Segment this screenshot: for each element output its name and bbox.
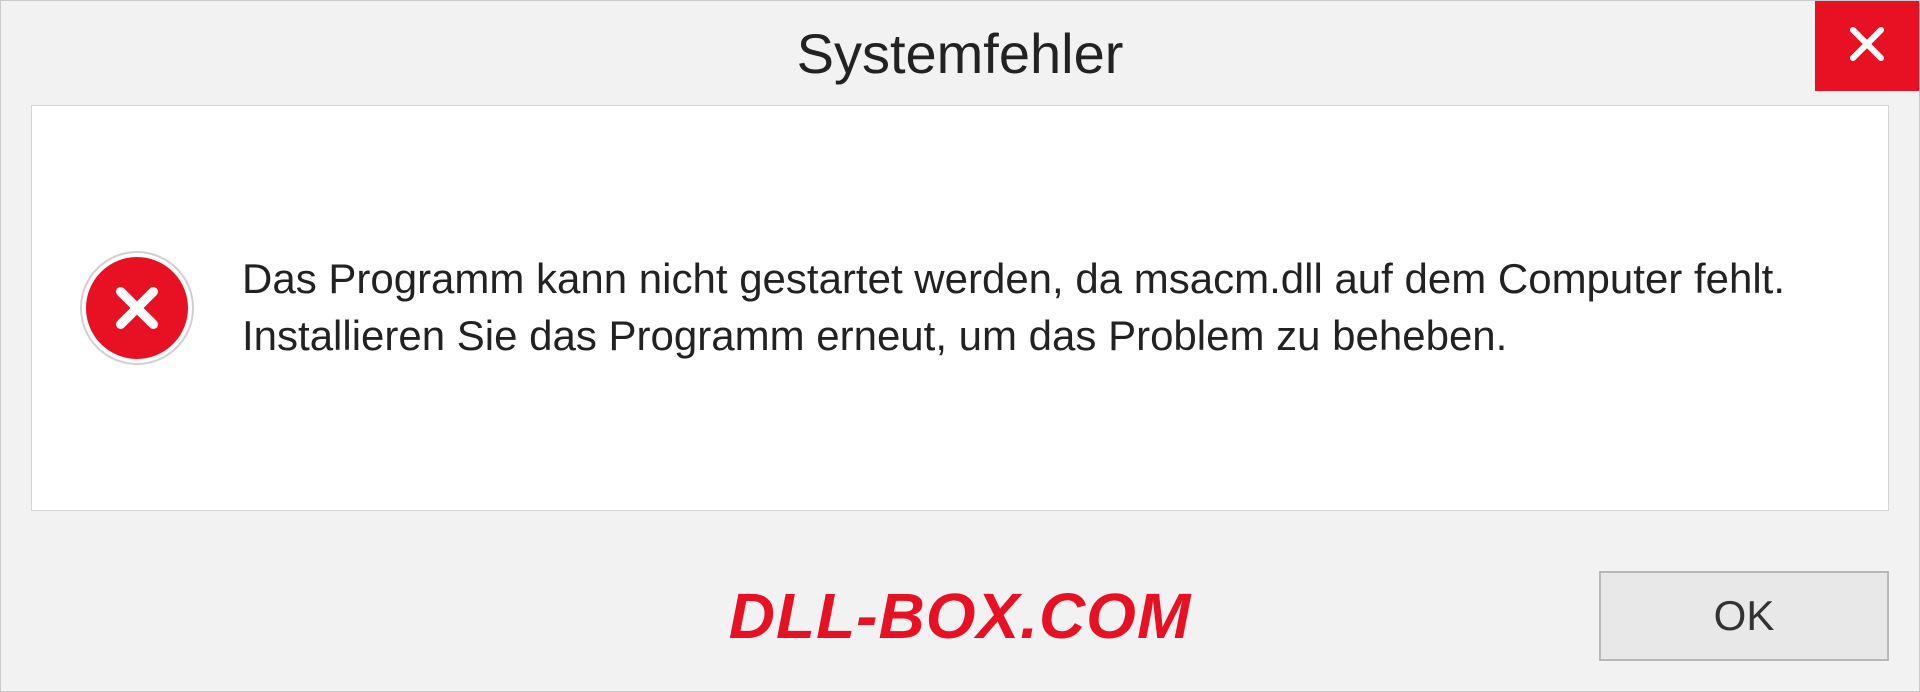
dialog-title: Systemfehler xyxy=(797,21,1124,86)
watermark-text: DLL-BOX.COM xyxy=(729,579,1192,653)
close-icon xyxy=(1846,23,1888,70)
error-icon xyxy=(82,253,192,363)
error-dialog: Systemfehler Das Programm kann nicht ges… xyxy=(0,0,1920,692)
dialog-content-panel: Das Programm kann nicht gestartet werden… xyxy=(31,105,1889,511)
dialog-footer: DLL-BOX.COM OK xyxy=(1,541,1919,691)
ok-button[interactable]: OK xyxy=(1599,571,1889,661)
close-button[interactable] xyxy=(1815,1,1919,91)
dialog-message: Das Programm kann nicht gestartet werden… xyxy=(242,251,1838,364)
dialog-titlebar: Systemfehler xyxy=(1,1,1919,105)
